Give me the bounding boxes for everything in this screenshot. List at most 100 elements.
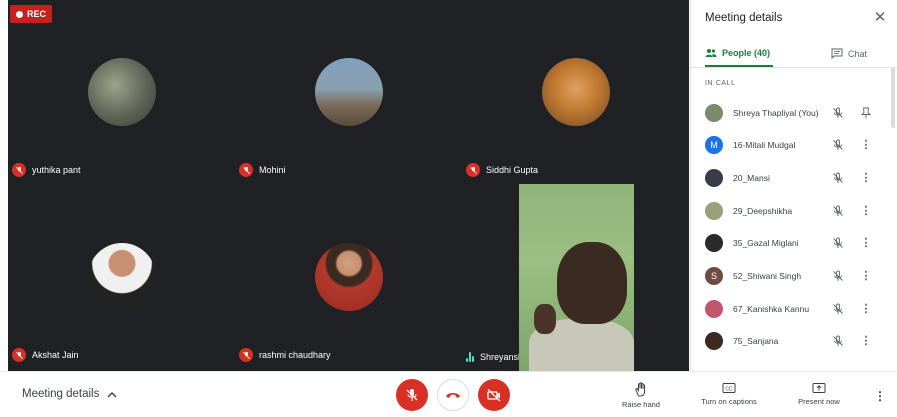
participant-avatar	[88, 243, 156, 311]
mic-off-icon	[239, 163, 253, 177]
meet-window: yuthika pant Mohini Siddhi Gupta Akshat …	[0, 0, 897, 417]
leave-call-button[interactable]	[437, 379, 469, 411]
chevron-up-icon	[107, 391, 117, 397]
participant-name-tag: rashmi chaudhary	[239, 348, 331, 362]
person-row[interactable]: M 16-Mitali Mudgal ⋮	[691, 128, 891, 161]
person-name: 67_Kanishka Kannu	[733, 303, 810, 314]
recording-badge: REC	[10, 5, 53, 23]
person-avatar	[705, 299, 723, 318]
tab-chat[interactable]: Chat	[831, 40, 867, 67]
present-icon	[812, 383, 826, 393]
more-vert-icon[interactable]: ⋮	[859, 171, 873, 185]
present-now-button[interactable]: Present now	[796, 382, 842, 406]
participant-avatar	[315, 243, 383, 311]
tab-people[interactable]: People (40)	[705, 40, 773, 67]
person-avatar: M	[705, 135, 723, 154]
participant-tile[interactable]: Akshat Jain	[8, 185, 235, 370]
person-row[interactable]: 29_Deepshikha ⋮	[691, 194, 891, 227]
panel-tabs: People (40) Chat	[691, 40, 897, 68]
participant-tile[interactable]: rashmi chaudhary	[235, 185, 462, 370]
record-dot-icon	[16, 10, 23, 18]
person-row[interactable]: S 52_Shiwani Singh ⋮	[691, 259, 891, 292]
participant-name: Akshat Jain	[32, 350, 79, 360]
panel-title: Meeting details	[705, 12, 783, 24]
people-icon	[705, 48, 717, 57]
mic-off-icon	[406, 389, 418, 401]
tab-chat-label: Chat	[848, 48, 868, 59]
captions-label: Turn on captions	[701, 397, 757, 406]
participant-name-tag: yuthika pant	[12, 163, 81, 177]
person-name: 52_Shiwani Singh	[733, 270, 802, 281]
more-vert-icon[interactable]: ⋮	[859, 236, 873, 250]
self-view-video[interactable]	[519, 184, 634, 371]
person-avatar	[705, 201, 723, 220]
pin-icon[interactable]	[859, 106, 873, 120]
person-row[interactable]: Shreya Thapliyal (You)	[691, 96, 891, 129]
participant-name-tag: Siddhi Gupta	[466, 163, 538, 177]
hang-up-icon	[446, 393, 460, 398]
person-row[interactable]: 20_Mansi ⋮	[691, 161, 891, 194]
tab-people-label: People (40)	[722, 47, 771, 58]
person-row[interactable]: 67_Kanishka Kannu ⋮	[691, 292, 891, 325]
mic-off-icon	[832, 204, 846, 218]
participant-avatar	[315, 58, 383, 126]
mic-off-icon	[832, 138, 846, 152]
speaking-indicator-icon	[466, 352, 474, 362]
more-vert-icon[interactable]: ⋮	[859, 269, 873, 283]
more-vert-icon[interactable]: ⋮	[859, 204, 873, 218]
meeting-details-panel: Meeting details ✕ People (40) Chat IN CA…	[690, 0, 897, 371]
participant-tile[interactable]: Mohini	[235, 0, 462, 185]
raise-hand-label: Raise hand	[622, 400, 660, 409]
meeting-details-label: Meeting details	[22, 388, 100, 400]
person-row[interactable]: 35_Gazal Miglani ⋮	[691, 226, 891, 259]
person-name: 75_Sanjana	[733, 335, 779, 346]
raise-hand-button[interactable]: Raise hand	[620, 382, 662, 409]
person-name: 16-Mitali Mudgal	[733, 139, 796, 150]
camera-off-icon	[487, 389, 501, 402]
more-vert-icon[interactable]: ⋮	[859, 334, 873, 348]
participant-name: Siddhi Gupta	[486, 165, 539, 175]
participant-name: rashmi chaudhary	[259, 350, 331, 360]
participant-name-tag: Mohini	[239, 163, 286, 177]
person-avatar	[705, 103, 723, 122]
mic-off-icon	[832, 269, 846, 283]
person-name: 20_Mansi	[733, 172, 770, 183]
participant-name: yuthika pant	[32, 165, 81, 175]
mic-off-icon	[12, 163, 26, 177]
participant-avatar	[88, 58, 156, 126]
participant-name-tag: Akshat Jain	[12, 348, 79, 362]
camera-toggle-button[interactable]	[478, 379, 510, 411]
mic-off-icon	[12, 348, 26, 362]
participant-tile[interactable]: yuthika pant	[8, 0, 235, 185]
person-name: 29_Deepshikha	[733, 205, 793, 216]
mic-off-icon	[832, 171, 846, 185]
more-vert-icon[interactable]: ⋮	[859, 302, 873, 316]
person-name: 35_Gazal Miglani	[733, 237, 799, 248]
participant-avatar	[542, 58, 610, 126]
self-view-hand	[534, 304, 556, 334]
chat-icon	[831, 48, 843, 59]
mic-off-icon	[832, 236, 846, 250]
mic-off-icon	[832, 334, 846, 348]
mic-off-icon	[832, 302, 846, 316]
meeting-details-button[interactable]: Meeting details	[22, 388, 117, 400]
person-avatar: S	[705, 266, 723, 285]
person-avatar	[705, 168, 723, 187]
mic-off-icon	[239, 348, 253, 362]
person-row[interactable]: 75_Sanjana ⋮	[691, 324, 891, 357]
bottom-toolbar: Meeting details Raise hand CC Turn on ca…	[0, 371, 897, 417]
captions-button[interactable]: CC Turn on captions	[698, 382, 760, 406]
participant-tile[interactable]: Siddhi Gupta	[462, 0, 689, 185]
person-avatar	[705, 233, 723, 252]
mic-off-icon	[832, 106, 846, 120]
more-vert-icon[interactable]: ⋮	[859, 138, 873, 152]
panel-scrollbar[interactable]	[891, 68, 895, 128]
close-icon[interactable]: ✕	[871, 9, 889, 27]
mic-off-icon	[466, 163, 480, 177]
self-view-face	[557, 242, 627, 324]
recording-label: REC	[27, 9, 47, 19]
mic-toggle-button[interactable]	[396, 379, 428, 411]
more-options-icon[interactable]: ⋮	[874, 389, 886, 403]
svg-text:CC: CC	[725, 387, 733, 393]
hand-icon	[635, 382, 645, 397]
